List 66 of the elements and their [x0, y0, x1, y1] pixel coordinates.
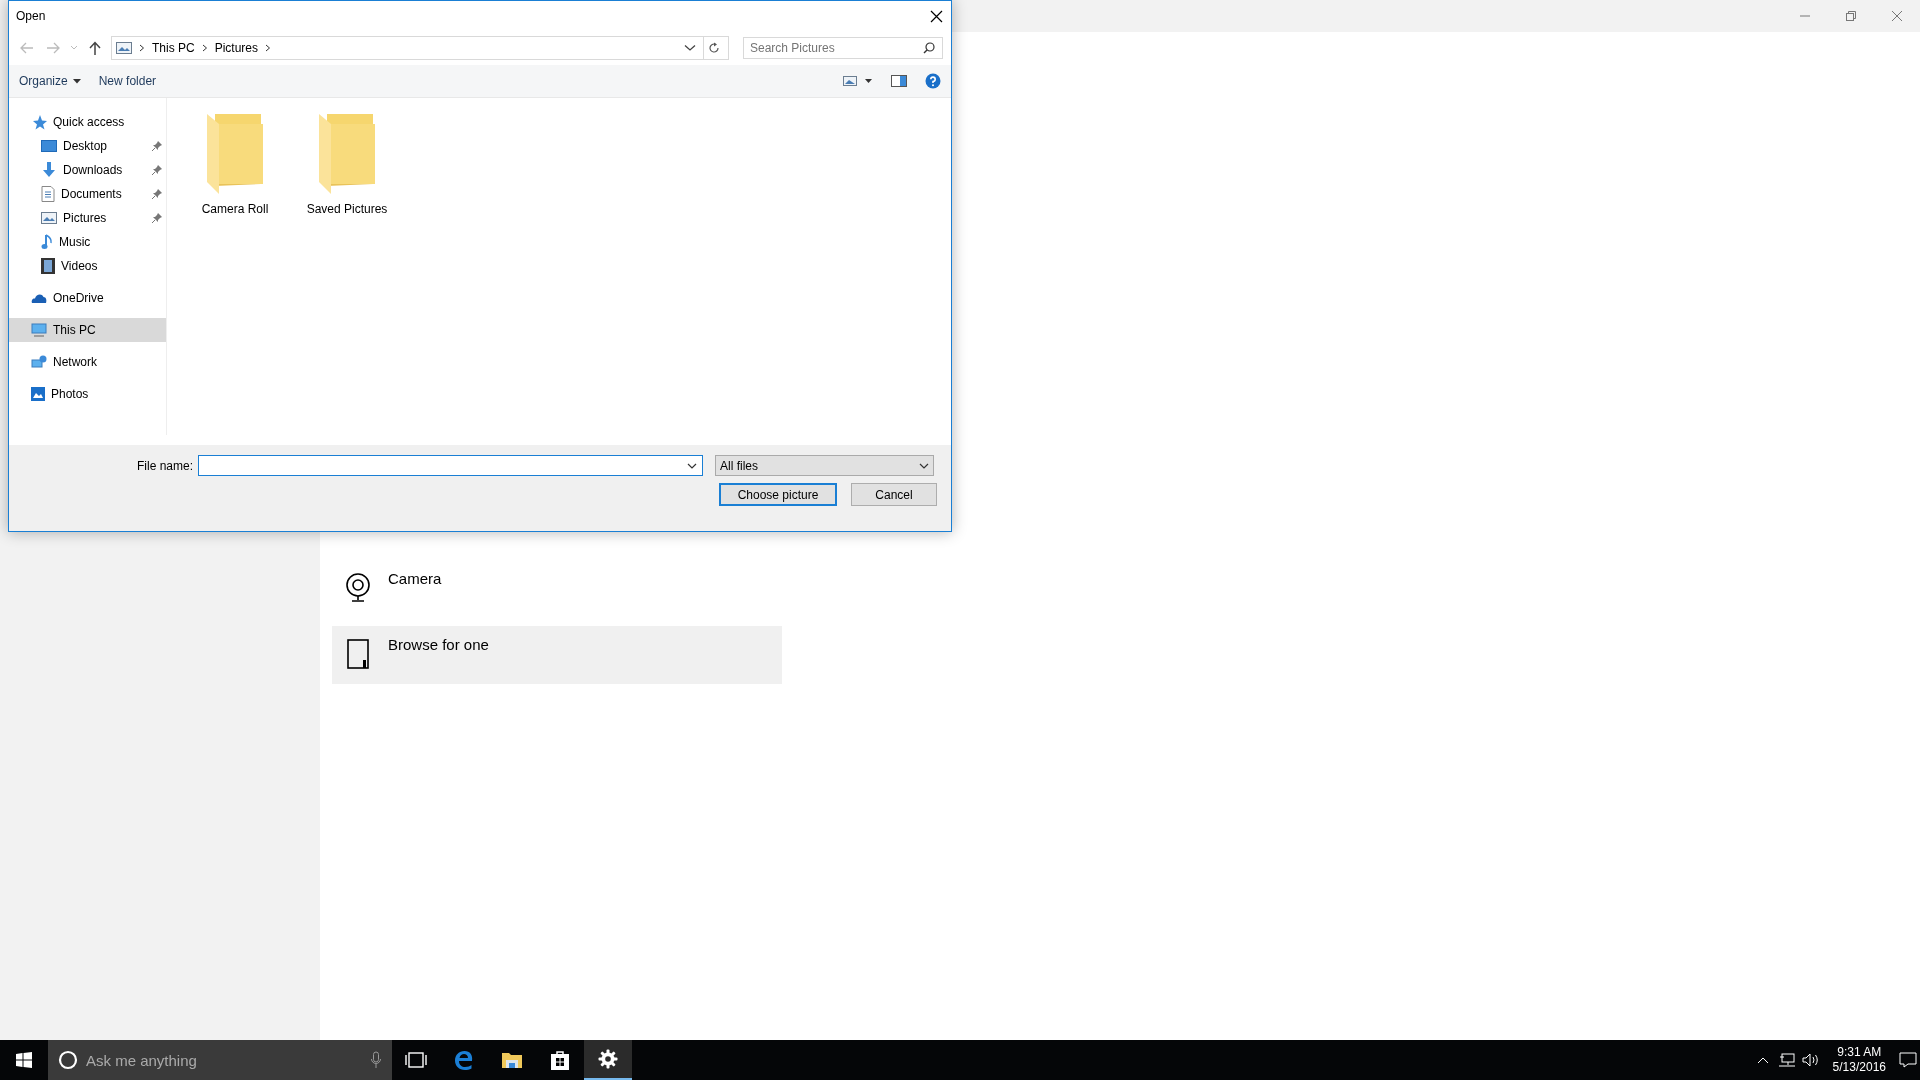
- pin-icon[interactable]: [152, 141, 162, 151]
- folder-item[interactable]: Camera Roll: [195, 112, 275, 216]
- microphone-icon[interactable]: [370, 1051, 382, 1069]
- cortana-circle-icon: [58, 1050, 78, 1070]
- preview-pane-icon[interactable]: [891, 75, 907, 87]
- folder-item[interactable]: Saved Pictures: [307, 112, 387, 216]
- monitor-icon: [31, 323, 47, 337]
- pictures-location-icon: [116, 42, 132, 54]
- caret-icon: [72, 78, 81, 84]
- chevron-right-icon: [265, 44, 272, 52]
- taskbar-search-field[interactable]: Ask me anything: [48, 1040, 392, 1080]
- star-icon: [31, 114, 47, 130]
- notification-icon[interactable]: [1896, 1052, 1920, 1068]
- cloud-icon: [31, 292, 47, 304]
- navigation-item[interactable]: Quick access: [9, 110, 166, 134]
- navigation-item[interactable]: Music: [9, 230, 166, 254]
- chevron-right-icon: [139, 44, 145, 52]
- clock-date[interactable]: 5/13/2016: [1832, 1060, 1886, 1075]
- view-options-icon[interactable]: [843, 76, 873, 86]
- navigation-item[interactable]: This PC: [9, 318, 166, 342]
- search-field[interactable]: Search Pictures: [743, 37, 943, 59]
- navigation-item[interactable]: Desktop: [9, 134, 166, 158]
- dropdown-caret-icon: [919, 462, 929, 469]
- webcam-icon: [344, 572, 372, 604]
- organize-menu-button[interactable]: Organize: [19, 74, 81, 88]
- document-icon: [344, 638, 372, 670]
- address-bar[interactable]: This PC Pictures: [111, 36, 729, 60]
- search-icon[interactable]: [923, 42, 935, 54]
- desktop-icon: [41, 139, 57, 153]
- breadcrumb[interactable]: Pictures: [214, 41, 259, 55]
- file-name-field[interactable]: [198, 455, 703, 476]
- music-note-icon: [41, 234, 53, 250]
- search-placeholder: Ask me anything: [86, 1051, 198, 1069]
- navigation-item[interactable]: Documents: [9, 182, 166, 206]
- pin-icon[interactable]: [152, 213, 162, 223]
- picture-icon: [41, 212, 57, 224]
- picture-option[interactable]: Browse for one: [332, 626, 782, 684]
- film-icon: [41, 258, 55, 274]
- navigation-item[interactable]: Downloads: [9, 158, 166, 182]
- document-icon: [41, 186, 55, 202]
- navigation-item[interactable]: Network: [9, 350, 166, 374]
- dropdown-caret-icon[interactable]: [684, 44, 696, 52]
- gear-icon[interactable]: [584, 1040, 632, 1080]
- clock-time[interactable]: 9:31 AM: [1837, 1045, 1882, 1060]
- navigation-item[interactable]: OneDrive: [9, 286, 166, 310]
- window-title: Open: [16, 9, 47, 23]
- chevron-right-icon: [201, 44, 208, 52]
- navigation-item[interactable]: Pictures: [9, 206, 166, 230]
- choose-picture-button[interactable]: Choose picture: [719, 483, 837, 506]
- down-arrow-icon: [41, 162, 57, 178]
- folder-icon: [205, 112, 265, 194]
- new-folder-button[interactable]: New folder: [98, 74, 157, 88]
- navigation-item[interactable]: Photos: [9, 382, 166, 406]
- network-computers-icon: [31, 355, 47, 369]
- dropdown-caret-icon[interactable]: [687, 463, 697, 469]
- breadcrumb[interactable]: This PC: [152, 41, 195, 55]
- cancel-button[interactable]: Cancel: [851, 483, 937, 506]
- picture-option[interactable]: Camera: [332, 560, 782, 618]
- pin-icon[interactable]: [152, 165, 162, 175]
- photo-icon: [31, 387, 45, 401]
- folder-icon: [317, 112, 377, 194]
- file-type-dropdown[interactable]: All files: [715, 455, 934, 476]
- pin-icon[interactable]: [152, 189, 162, 199]
- navigation-item[interactable]: Videos: [9, 254, 166, 278]
- help-icon[interactable]: [925, 73, 941, 89]
- file-name-label: File name:: [135, 458, 193, 473]
